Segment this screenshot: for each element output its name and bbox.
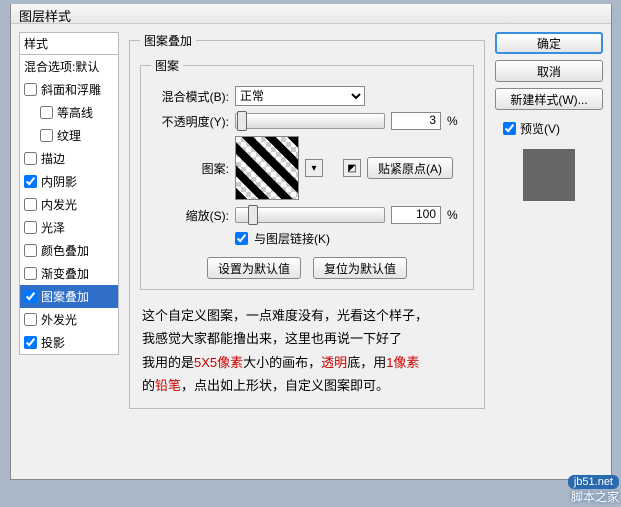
blend-mode-select[interactable]: 正常 (235, 86, 365, 106)
styles-sidebar: 样式 混合选项:默认 斜面和浮雕等高线纹理描边内阴影内发光光泽颜色叠加渐变叠加图… (19, 32, 119, 471)
effect-label: 斜面和浮雕 (41, 81, 101, 98)
group-title: 图案叠加 (140, 32, 196, 49)
effect-checkbox[interactable] (24, 290, 37, 303)
opacity-label: 不透明度(Y): (151, 113, 229, 130)
effect-checkbox[interactable] (40, 106, 53, 119)
effect-checkbox[interactable] (24, 221, 37, 234)
preview-label: 预览(V) (520, 120, 560, 137)
preview-checkbox[interactable] (503, 122, 516, 135)
pattern-label: 图案: (151, 160, 229, 177)
effect-checkbox[interactable] (24, 267, 37, 280)
effect-label: 颜色叠加 (41, 242, 89, 259)
preview-swatch (523, 149, 575, 201)
effect-checkbox[interactable] (40, 129, 53, 142)
scale-unit: % (447, 208, 463, 222)
effect-label: 描边 (41, 150, 65, 167)
blend-mode-label: 混合模式(B): (151, 88, 229, 105)
new-style-button[interactable]: 新建样式(W)... (495, 88, 603, 110)
effect-label: 纹理 (57, 127, 81, 144)
scale-slider[interactable] (235, 207, 385, 223)
reset-default-button[interactable]: 复位为默认值 (313, 257, 407, 279)
effect-checkbox[interactable] (24, 83, 37, 96)
description-text: 这个自定义图案，一点难度没有，光看这个样子， 我感觉大家都能撸出来，这里也再说一… (140, 304, 474, 398)
effect-row[interactable]: 图案叠加 (20, 285, 118, 308)
effect-checkbox[interactable] (24, 313, 37, 326)
effect-row[interactable]: 等高线 (20, 101, 118, 124)
effect-label: 内发光 (41, 196, 77, 213)
opacity-slider[interactable] (235, 113, 385, 129)
opacity-value[interactable]: 3 (391, 112, 441, 130)
effect-checkbox[interactable] (24, 175, 37, 188)
link-with-layer-label: 与图层链接(K) (254, 230, 330, 247)
scale-value[interactable]: 100 (391, 206, 441, 224)
effect-row[interactable]: 投影 (20, 331, 118, 354)
create-pattern-icon[interactable]: ◩ (343, 159, 361, 177)
effect-checkbox[interactable] (24, 152, 37, 165)
effect-row[interactable]: 内发光 (20, 193, 118, 216)
effect-label: 外发光 (41, 311, 77, 328)
effect-label: 渐变叠加 (41, 265, 89, 282)
pattern-subgroup: 图案 混合模式(B): 正常 不透明度(Y): 3 % 图 (140, 57, 474, 290)
effect-row[interactable]: 光泽 (20, 216, 118, 239)
window-title: 图层样式 (11, 4, 611, 24)
effect-row[interactable]: 描边 (20, 147, 118, 170)
blending-options-row[interactable]: 混合选项:默认 (20, 55, 118, 78)
effect-label: 投影 (41, 334, 65, 351)
effect-label: 内阴影 (41, 173, 77, 190)
effect-label: 等高线 (57, 104, 93, 121)
make-default-button[interactable]: 设置为默认值 (207, 257, 301, 279)
scale-label: 缩放(S): (151, 207, 229, 224)
effect-row[interactable]: 斜面和浮雕 (20, 78, 118, 101)
watermark: jb51.net 脚本之家 (568, 474, 619, 505)
effect-checkbox[interactable] (24, 198, 37, 211)
effect-label: 光泽 (41, 219, 65, 236)
effect-checkbox[interactable] (24, 336, 37, 349)
opacity-unit: % (447, 114, 463, 128)
effect-row[interactable]: 内阴影 (20, 170, 118, 193)
pattern-swatch[interactable] (235, 136, 299, 200)
effect-row[interactable]: 渐变叠加 (20, 262, 118, 285)
sidebar-header: 样式 (19, 32, 119, 55)
effect-checkbox[interactable] (24, 244, 37, 257)
effect-label: 图案叠加 (41, 288, 89, 305)
layer-style-dialog: 图层样式 样式 混合选项:默认 斜面和浮雕等高线纹理描边内阴影内发光光泽颜色叠加… (10, 4, 612, 480)
pattern-picker-arrow[interactable]: ▾ (305, 159, 323, 177)
ok-button[interactable]: 确定 (495, 32, 603, 54)
effect-row[interactable]: 外发光 (20, 308, 118, 331)
effect-row[interactable]: 纹理 (20, 124, 118, 147)
pattern-overlay-group: 图案叠加 图案 混合模式(B): 正常 不透明度(Y): 3 % (129, 32, 485, 409)
effects-list: 混合选项:默认 斜面和浮雕等高线纹理描边内阴影内发光光泽颜色叠加渐变叠加图案叠加… (19, 55, 119, 355)
link-with-layer-checkbox[interactable] (235, 232, 248, 245)
snap-origin-button[interactable]: 贴紧原点(A) (367, 157, 453, 179)
cancel-button[interactable]: 取消 (495, 60, 603, 82)
effect-row[interactable]: 颜色叠加 (20, 239, 118, 262)
subgroup-title: 图案 (151, 57, 183, 74)
